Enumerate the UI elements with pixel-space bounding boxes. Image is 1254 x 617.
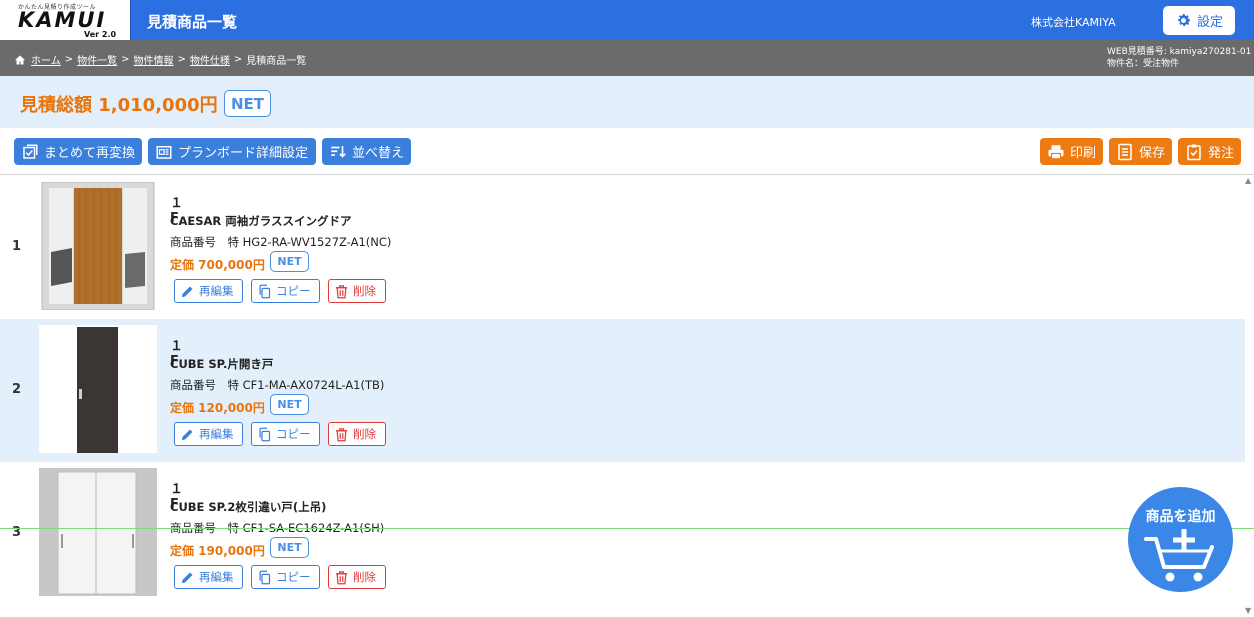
edit-button[interactable]: 再編集 (174, 279, 243, 303)
order-button[interactable]: 発注 (1178, 138, 1241, 165)
breadcrumb-property-info[interactable]: 物件情報 (133, 52, 173, 67)
product-image[interactable] (39, 182, 157, 310)
net-badge: NET (224, 90, 271, 117)
delete-label: 削除 (353, 570, 376, 584)
product-code: 商品番号 特 HG2-RA-WV1527Z-A1(NC) (170, 235, 392, 249)
reconvert-button[interactable]: まとめて再変換 (14, 138, 142, 165)
product-price: 定価 120,000円 (170, 401, 265, 415)
list-item: 2 １F CUBE SP.片開き戸 商品番号 特 CF1-MA-AX0724L-… (0, 319, 1245, 462)
product-image[interactable] (39, 325, 157, 453)
breadcrumb-bar: ホーム > 物件一覧 > 物件情報 > 物件仕様 > 見積商品一覧 WEB見積番… (0, 40, 1254, 76)
copy-button[interactable]: コピー (251, 422, 320, 446)
edit-button[interactable]: 再編集 (174, 422, 243, 446)
planboard-icon (156, 145, 172, 159)
order-label: 発注 (1208, 146, 1235, 161)
row-number: 1 (12, 239, 22, 254)
list-item: 1 １F CAESAR 両袖ガラススイングドア 商品番号 特 HG2-RA-WV… (0, 176, 1245, 319)
trash-icon (335, 284, 348, 298)
product-image[interactable] (39, 468, 157, 596)
save-label: 保存 (1139, 146, 1166, 161)
sort-button[interactable]: 並べ替え (322, 138, 411, 165)
product-name: CUBE SP.2枚引違い戸(上吊) (170, 500, 327, 514)
divider-line (0, 528, 1254, 529)
breadcrumb-separator: > (121, 54, 130, 65)
planboard-label: プランボード詳細設定 (178, 146, 309, 161)
copy-label: コピー (276, 284, 311, 298)
pencil-icon (181, 572, 193, 583)
total-amount: 見積総額 1,010,000円 (20, 95, 218, 116)
delete-label: 削除 (353, 427, 376, 441)
breadcrumb: ホーム > 物件一覧 > 物件情報 > 物件仕様 > 見積商品一覧 (14, 52, 306, 67)
cart-plus-icon (1144, 529, 1214, 582)
breadcrumb-separator: > (233, 54, 243, 65)
row-number: 2 (12, 382, 22, 397)
net-badge: NET (270, 537, 309, 558)
print-label: 印刷 (1070, 146, 1097, 161)
edit-label: 再編集 (199, 427, 234, 441)
copy-button[interactable]: コピー (251, 565, 320, 589)
scroll-down-arrow[interactable]: ▼ (1245, 606, 1251, 615)
product-code: 商品番号 特 CF1-MA-AX0724L-A1(TB) (170, 378, 385, 392)
edit-label: 再編集 (199, 570, 234, 584)
settings-button[interactable]: 設定 (1163, 6, 1235, 35)
edit-label: 再編集 (199, 284, 234, 298)
clipboard-check-icon (1187, 144, 1201, 160)
settings-label: 設定 (1196, 15, 1223, 30)
sort-label: 並べ替え (352, 146, 405, 161)
page-title: 見積商品一覧 (147, 13, 238, 31)
company-name: 株式会社KAMIYA (1031, 16, 1116, 29)
pencil-icon (181, 429, 193, 440)
print-button[interactable]: 印刷 (1040, 138, 1103, 165)
copy-label: コピー (276, 570, 311, 584)
estimate-meta: WEB見積番号: kamiya270281-01 物件名：受注物件 (1107, 46, 1251, 70)
net-badge: NET (270, 394, 309, 415)
logo[interactable]: かんたん見積り作成ツール KAMUI Ver 2.0 (0, 0, 131, 40)
breadcrumb-property-list[interactable]: 物件一覧 (77, 52, 117, 67)
printer-icon (1048, 144, 1064, 159)
breadcrumb-separator: > (64, 54, 74, 65)
copy-label: コピー (276, 427, 311, 441)
breadcrumb-home[interactable]: ホーム (31, 52, 61, 67)
delete-button[interactable]: 削除 (328, 422, 386, 446)
breadcrumb-current: 見積商品一覧 (246, 56, 307, 67)
copy-icon (259, 427, 271, 441)
scroll-up-arrow[interactable]: ▲ (1245, 176, 1251, 185)
reconvert-icon (23, 144, 38, 159)
trash-icon (335, 427, 348, 441)
copy-icon (259, 570, 271, 584)
toolbar: まとめて再変換 プランボード詳細設定 並べ替え 印刷 保存 発注 (0, 128, 1254, 175)
product-price: 定価 700,000円 (170, 258, 265, 272)
trash-icon (335, 570, 348, 584)
breadcrumb-property-spec[interactable]: 物件仕様 (190, 52, 230, 67)
copy-icon (259, 284, 271, 298)
pencil-icon (181, 286, 193, 297)
list-item: 3 １F CUBE SP.2枚引違い戸(上吊) 商品番号 特 CF1-SA-EC… (0, 462, 1245, 605)
delete-button[interactable]: 削除 (328, 565, 386, 589)
sort-icon (331, 145, 346, 158)
total-bar: 見積総額 1,010,000円 NET (0, 76, 1254, 128)
app-header: かんたん見積り作成ツール KAMUI Ver 2.0 見積商品一覧 株式会社KA… (0, 0, 1254, 40)
property-name: 物件名：受注物件 (1107, 59, 1180, 69)
delete-label: 削除 (353, 284, 376, 298)
add-product-label: 商品を追加 (1145, 509, 1216, 525)
logo-version: Ver 2.0 (84, 30, 117, 39)
product-name: CUBE SP.片開き戸 (170, 357, 274, 371)
delete-button[interactable]: 削除 (328, 279, 386, 303)
logo-name: KAMUI (18, 8, 107, 32)
breadcrumb-separator: > (177, 54, 186, 65)
document-icon (1118, 143, 1132, 160)
net-badge: NET (270, 251, 309, 272)
planboard-button[interactable]: プランボード詳細設定 (148, 138, 316, 165)
reconvert-label: まとめて再変換 (44, 146, 136, 161)
product-price: 定価 190,000円 (170, 544, 265, 558)
add-product-button[interactable]: 商品を追加 (1128, 487, 1233, 592)
edit-button[interactable]: 再編集 (174, 565, 243, 589)
home-icon (15, 55, 25, 64)
copy-button[interactable]: コピー (251, 279, 320, 303)
save-button[interactable]: 保存 (1109, 138, 1172, 165)
product-name: CAESAR 両袖ガラススイングドア (170, 214, 352, 228)
estimate-number: WEB見積番号: kamiya270281-01 (1107, 47, 1252, 57)
gear-icon (1178, 14, 1191, 27)
